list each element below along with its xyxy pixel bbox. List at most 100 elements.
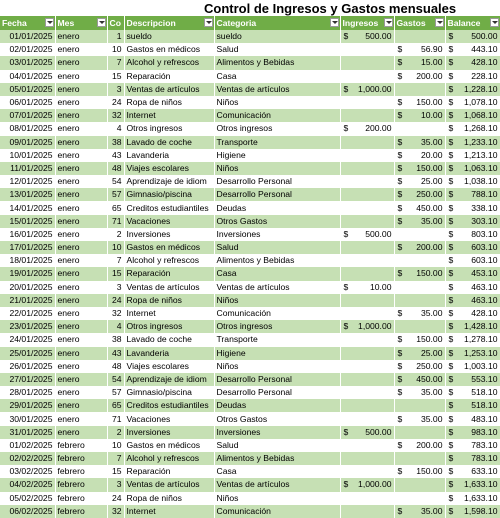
cell-fecha[interactable]: 17/01/2025 [0, 241, 56, 255]
cell-categoria[interactable]: Alimentos y Bebidas [214, 254, 341, 268]
cell-co[interactable]: 48 [107, 161, 125, 176]
cell-fecha[interactable]: 28/01/2025 [0, 386, 56, 400]
cell-categoria[interactable]: Otros Gastos [214, 214, 341, 228]
cell-ingresos[interactable] [340, 109, 395, 123]
cell-mes[interactable]: febrero [55, 452, 108, 466]
cell-co[interactable]: 38 [107, 333, 125, 347]
cell-mes[interactable]: enero [55, 214, 108, 228]
cell-ingresos[interactable] [340, 175, 395, 189]
cell-categoria[interactable]: Salud [214, 43, 341, 57]
cell-mes[interactable]: enero [55, 293, 108, 307]
cell-mes[interactable]: enero [55, 82, 108, 96]
cell-co[interactable]: 3 [107, 478, 125, 492]
filter-dropdown-icon[interactable] [96, 18, 106, 27]
cell-descripcion[interactable]: Aprendizaje de idiom [124, 175, 215, 189]
cell-descripcion[interactable]: Lavado de coche [124, 333, 215, 347]
cell-gastos[interactable] [394, 227, 446, 241]
cell-mes[interactable]: febrero [55, 438, 108, 452]
cell-gastos[interactable]: $200.00 [394, 241, 446, 255]
cell-co[interactable]: 71 [107, 214, 125, 228]
cell-mes[interactable]: febrero [55, 504, 108, 518]
cell-fecha[interactable]: 05/01/2025 [0, 82, 56, 96]
cell-categoria[interactable]: Higiene [214, 148, 341, 162]
filter-dropdown-icon[interactable] [489, 18, 499, 27]
cell-categoria[interactable]: Alimentos y Bebidas [214, 452, 341, 466]
cell-ingresos[interactable] [340, 241, 395, 255]
cell-descripcion[interactable]: Internet [124, 504, 215, 518]
cell-mes[interactable]: enero [55, 43, 108, 57]
cell-categoria[interactable]: Comunicación [214, 109, 341, 123]
cell-ingresos[interactable] [340, 452, 395, 466]
cell-gastos[interactable]: $35.00 [394, 306, 446, 321]
cell-categoria[interactable]: Desarrollo Personal [214, 386, 341, 400]
cell-balance[interactable]: $803.10 [445, 227, 500, 241]
cell-gastos[interactable]: $150.00 [394, 95, 446, 110]
cell-ingresos[interactable] [340, 438, 395, 452]
cell-gastos[interactable]: $35.00 [394, 135, 446, 149]
cell-descripcion[interactable]: Lavanderia [124, 346, 215, 360]
cell-mes[interactable]: enero [55, 201, 108, 215]
cell-categoria[interactable]: Desarrollo Personal [214, 188, 341, 202]
cell-co[interactable]: 54 [107, 372, 125, 387]
cell-fecha[interactable]: 02/01/2025 [0, 43, 56, 57]
cell-co[interactable]: 54 [107, 175, 125, 189]
column-header-gastos[interactable]: Gastos [394, 16, 446, 30]
cell-balance[interactable]: $500.00 [445, 30, 500, 44]
cell-descripcion[interactable]: Gimnasio/piscina [124, 188, 215, 202]
cell-fecha[interactable]: 15/01/2025 [0, 214, 56, 228]
cell-ingresos[interactable] [340, 399, 395, 413]
cell-co[interactable]: 32 [107, 306, 125, 321]
cell-ingresos[interactable] [340, 135, 395, 149]
cell-fecha[interactable]: 03/02/2025 [0, 465, 56, 479]
cell-categoria[interactable]: Comunicación [214, 504, 341, 518]
cell-gastos[interactable]: $200.00 [394, 438, 446, 452]
cell-categoria[interactable]: Casa [214, 465, 341, 479]
cell-ingresos[interactable] [340, 504, 395, 518]
cell-categoria[interactable]: sueldo [214, 30, 341, 44]
cell-categoria[interactable]: Comunicación [214, 306, 341, 321]
cell-ingresos[interactable]: $500.00 [340, 30, 395, 44]
cell-balance[interactable]: $1,068.10 [445, 109, 500, 123]
cell-gastos[interactable]: $250.00 [394, 188, 446, 202]
cell-balance[interactable]: $1,633.10 [445, 491, 500, 505]
cell-descripcion[interactable]: Alcohol y refrescos [124, 56, 215, 70]
cell-gastos[interactable]: $10.00 [394, 109, 446, 123]
cell-ingresos[interactable] [340, 43, 395, 57]
cell-categoria[interactable]: Niños [214, 293, 341, 307]
cell-mes[interactable]: enero [55, 333, 108, 347]
cell-balance[interactable]: $1,278.10 [445, 333, 500, 347]
cell-balance[interactable]: $783.10 [445, 438, 500, 452]
cell-ingresos[interactable]: $500.00 [340, 425, 395, 439]
cell-gastos[interactable]: $20.00 [394, 148, 446, 162]
cell-ingresos[interactable] [340, 465, 395, 479]
cell-mes[interactable]: enero [55, 122, 108, 136]
cell-fecha[interactable]: 21/01/2025 [0, 293, 56, 307]
cell-co[interactable]: 43 [107, 148, 125, 162]
cell-gastos[interactable] [394, 82, 446, 96]
cell-mes[interactable]: enero [55, 161, 108, 176]
cell-balance[interactable]: $483.10 [445, 412, 500, 426]
cell-co[interactable]: 3 [107, 82, 125, 96]
cell-co[interactable]: 7 [107, 56, 125, 70]
cell-fecha[interactable]: 05/02/2025 [0, 491, 56, 505]
cell-gastos[interactable]: $150.00 [394, 333, 446, 347]
cell-co[interactable]: 43 [107, 346, 125, 360]
cell-mes[interactable]: enero [55, 280, 108, 294]
column-header-balance[interactable]: Balance [445, 16, 500, 30]
cell-co[interactable]: 24 [107, 95, 125, 110]
cell-categoria[interactable]: Otros Gastos [214, 412, 341, 426]
cell-descripcion[interactable]: Ventas de artículos [124, 478, 215, 492]
cell-descripcion[interactable]: Lavado de coche [124, 135, 215, 149]
cell-ingresos[interactable] [340, 267, 395, 281]
cell-balance[interactable]: $553.10 [445, 372, 500, 387]
cell-balance[interactable]: $463.10 [445, 293, 500, 307]
cell-mes[interactable]: enero [55, 399, 108, 413]
cell-balance[interactable]: $983.10 [445, 425, 500, 439]
cell-balance[interactable]: $1,428.10 [445, 320, 500, 334]
cell-gastos[interactable]: $35.00 [394, 386, 446, 400]
cell-gastos[interactable]: $15.00 [394, 56, 446, 70]
cell-mes[interactable]: enero [55, 175, 108, 189]
cell-fecha[interactable]: 06/01/2025 [0, 95, 56, 110]
cell-fecha[interactable]: 09/01/2025 [0, 135, 56, 149]
cell-ingresos[interactable] [340, 161, 395, 176]
